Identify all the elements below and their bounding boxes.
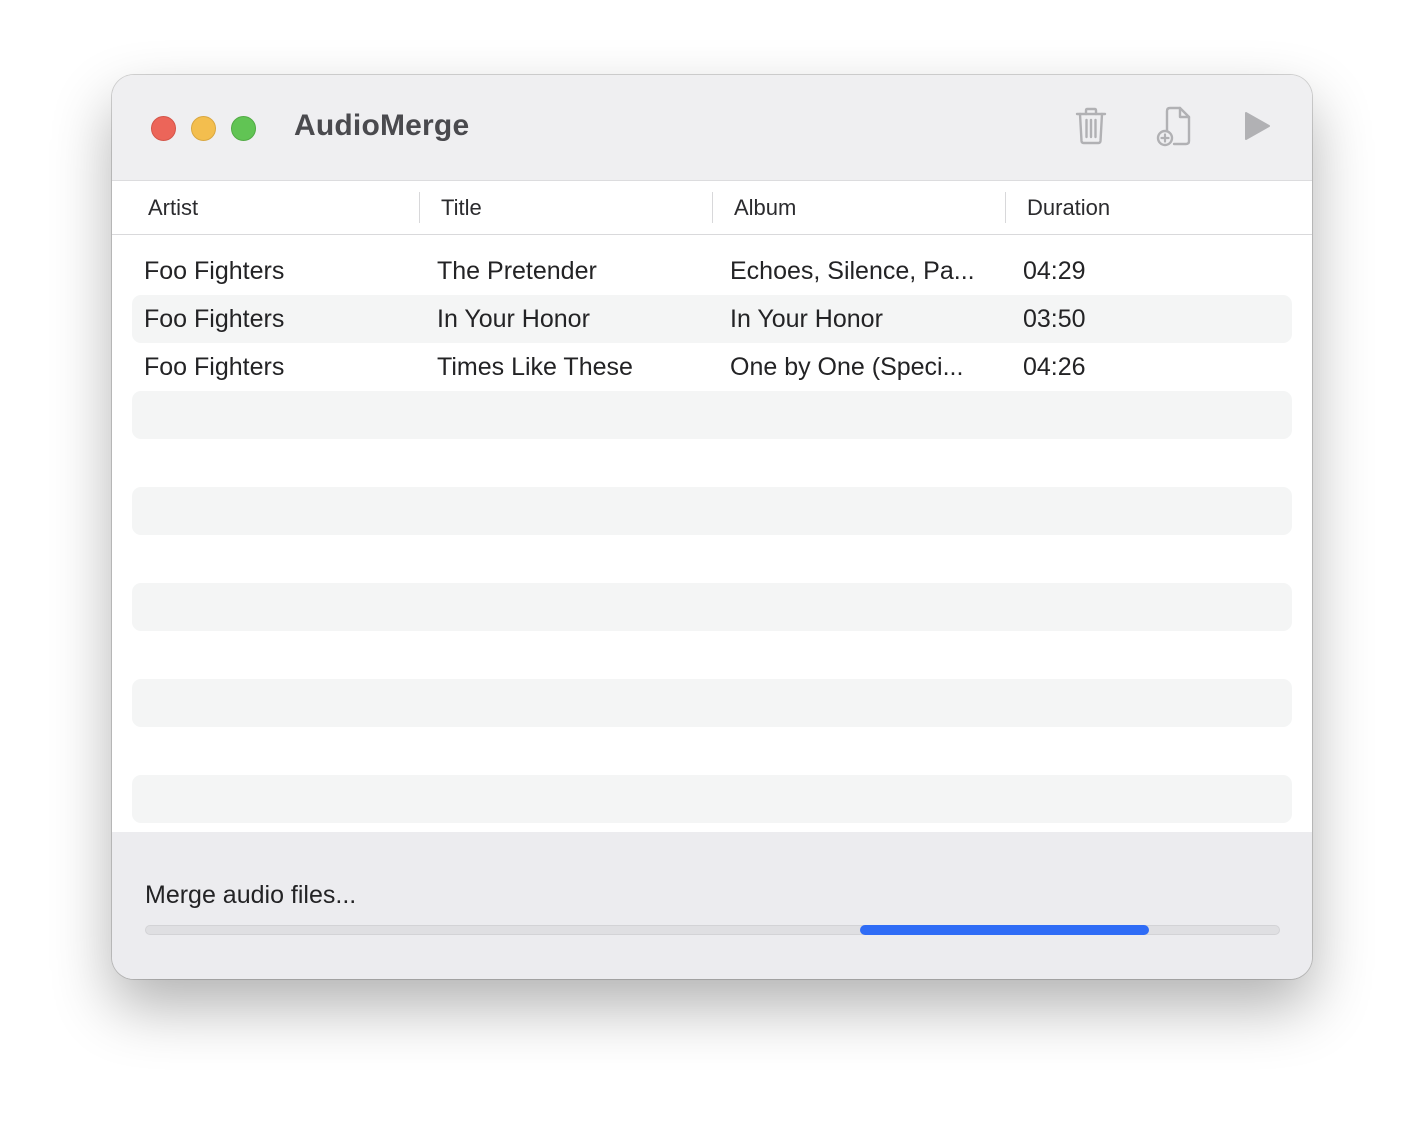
progress-bar <box>145 925 1280 935</box>
album-cell: In Your Honor <box>730 305 883 333</box>
column-header-album[interactable]: Album <box>734 181 796 234</box>
empty-row <box>132 535 1292 583</box>
table-header: Artist Title Album Duration <box>112 181 1312 235</box>
title-cell: Times Like These <box>437 353 633 381</box>
table-row[interactable]: Foo Fighters Times Like These One by One… <box>132 343 1292 391</box>
empty-row <box>132 775 1292 823</box>
title-cell: The Pretender <box>437 257 597 285</box>
empty-row <box>132 391 1292 439</box>
column-divider[interactable] <box>419 192 420 223</box>
close-window-button[interactable] <box>151 116 176 141</box>
app-window: AudioMerge Artist Title Album Duration F… <box>112 75 1312 979</box>
column-header-artist[interactable]: Artist <box>148 181 198 234</box>
trash-icon <box>1075 107 1107 145</box>
empty-row <box>132 727 1292 775</box>
album-cell: Echoes, Silence, Pa... <box>730 257 975 285</box>
table-row[interactable]: Foo Fighters The Pretender Echoes, Silen… <box>132 247 1292 295</box>
maximize-window-button[interactable] <box>231 116 256 141</box>
column-divider[interactable] <box>1005 192 1006 223</box>
minimize-window-button[interactable] <box>191 116 216 141</box>
add-file-button[interactable] <box>1150 103 1196 149</box>
empty-row <box>132 631 1292 679</box>
status-bar: Merge audio files... <box>112 832 1312 979</box>
duration-cell: 03:50 <box>1023 305 1086 333</box>
title-cell: In Your Honor <box>437 305 590 333</box>
empty-row <box>132 487 1292 535</box>
add-file-icon <box>1156 106 1191 147</box>
duration-cell: 04:29 <box>1023 257 1086 285</box>
column-header-duration[interactable]: Duration <box>1027 181 1110 234</box>
artist-cell: Foo Fighters <box>144 257 285 285</box>
album-cell: One by One (Speci... <box>730 353 964 381</box>
play-icon <box>1245 112 1270 140</box>
status-label: Merge audio files... <box>145 881 357 909</box>
duration-cell: 04:26 <box>1023 353 1086 381</box>
column-header-title[interactable]: Title <box>441 181 482 234</box>
empty-row <box>132 679 1292 727</box>
artist-cell: Foo Fighters <box>144 305 285 333</box>
delete-button[interactable] <box>1068 103 1114 149</box>
empty-row <box>132 439 1292 487</box>
play-button[interactable] <box>1234 103 1280 149</box>
column-divider[interactable] <box>712 192 713 223</box>
title-bar: AudioMerge <box>112 75 1312 181</box>
artist-cell: Foo Fighters <box>144 353 285 381</box>
empty-row <box>132 583 1292 631</box>
track-table: Foo Fighters The Pretender Echoes, Silen… <box>112 235 1312 832</box>
table-row[interactable]: Foo Fighters In Your Honor In Your Honor… <box>132 295 1292 343</box>
window-title: AudioMerge <box>294 109 470 142</box>
progress-indicator <box>860 925 1149 935</box>
